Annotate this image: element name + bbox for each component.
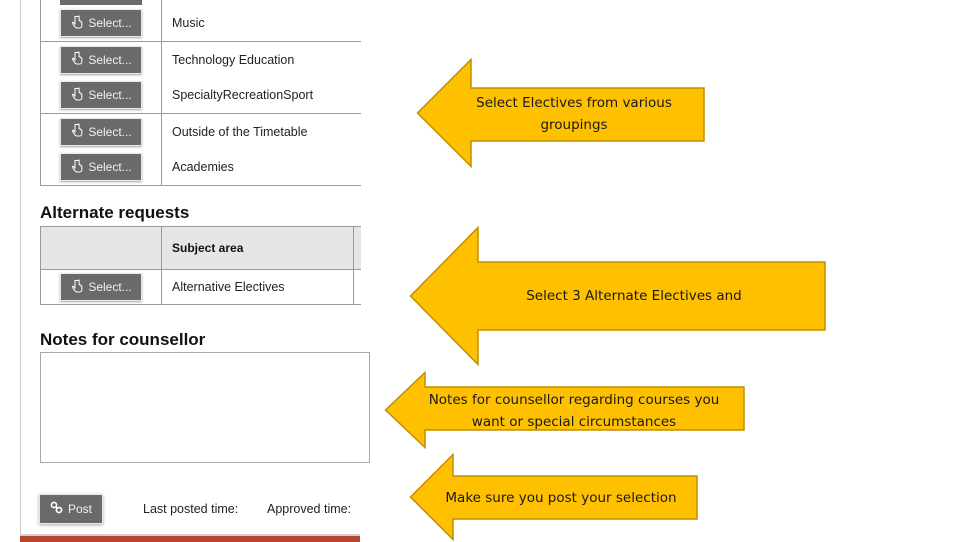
notes-heading: Notes for counsellor — [40, 330, 206, 349]
alternate-requests-heading: Alternate requests — [40, 203, 190, 222]
subject-name: Academies — [172, 160, 234, 175]
alternate-requests-table: Subject area Select... Alternative Elect… — [40, 226, 361, 305]
subject-name: Technology Education — [172, 52, 295, 67]
callout-arrow-post: Make sure you post your selection — [409, 452, 698, 542]
subject-name: Music — [172, 16, 205, 30]
callout-arrow-alternates: Select 3 Alternate Electives and — [409, 225, 826, 367]
table-row: Select... Outside of the Timetable — [41, 113, 361, 150]
select-label: Select... — [88, 124, 132, 139]
select-label: Select... — [88, 280, 132, 294]
table-row: Select... Alternative Electives — [41, 270, 361, 305]
callout-text: Select 3 Alternate Electives and — [526, 288, 742, 304]
table-header: Subject area — [41, 226, 361, 270]
post-button[interactable]: Post — [39, 494, 103, 524]
select-button[interactable]: Select... — [60, 45, 142, 74]
link-icon — [50, 501, 63, 517]
accent-bar — [20, 534, 360, 542]
panel-border — [20, 0, 21, 540]
hand-pointer-icon — [70, 159, 84, 176]
select-button[interactable]: Select... — [60, 81, 142, 110]
subject-area-header: Subject area — [162, 227, 354, 269]
subject-name: Outside of the Timetable — [172, 124, 308, 139]
post-label: Post — [67, 502, 92, 516]
callout-text: Select Electives from various groupings — [476, 95, 672, 133]
table-row: Select... Technology Education — [41, 41, 361, 78]
select-label: Select... — [88, 16, 132, 30]
subject-name: SpecialtyRecreationSport — [172, 88, 314, 103]
electives-table: Select... Music Select... Technology Edu… — [40, 0, 361, 186]
select-button[interactable]: Select... — [60, 9, 142, 37]
hand-pointer-icon — [70, 123, 84, 140]
subject-name: Alternative Electives — [162, 270, 354, 304]
callout-text: Make sure you post your selection — [445, 490, 677, 506]
approved-time-label: Approved time: — [267, 502, 352, 516]
table-row: Select... Music — [41, 5, 361, 41]
course-selection-panel: Select... Music Select... Technology Edu… — [0, 0, 370, 542]
hand-pointer-icon — [70, 87, 84, 104]
select-button[interactable]: Select... — [60, 117, 142, 146]
select-button[interactable]: Select... — [60, 153, 142, 182]
table-row: Select... Academies — [41, 149, 361, 185]
table-row: Select... SpecialtyRecreationSport — [41, 77, 361, 113]
select-label: Select... — [88, 88, 132, 103]
callout-arrow-electives: Select Electives from various groupings — [416, 57, 705, 169]
notes-textarea[interactable] — [40, 352, 370, 463]
select-label: Select... — [88, 52, 132, 67]
select-label: Select... — [88, 160, 132, 175]
last-posted-time-label: Last posted time: — [143, 502, 239, 516]
callout-arrow-notes: Notes for counsellor regarding courses y… — [384, 370, 745, 450]
select-button[interactable]: Select... — [60, 273, 142, 301]
callout-text: Notes for counsellor regarding courses y… — [428, 392, 720, 430]
hand-pointer-icon — [70, 14, 84, 32]
hand-pointer-icon — [70, 278, 84, 296]
hand-pointer-icon — [70, 51, 84, 68]
